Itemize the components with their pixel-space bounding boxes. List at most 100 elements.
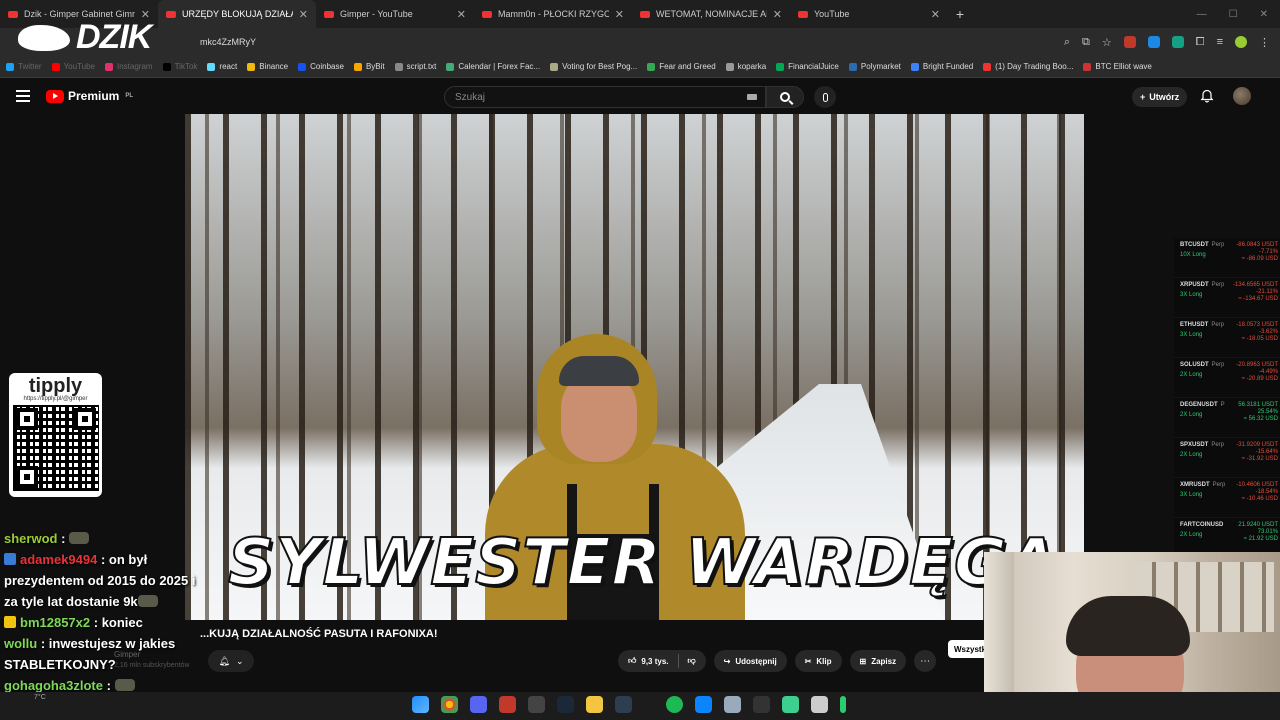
bookmark-item[interactable]: FinancialJuice [776, 62, 839, 71]
bookmark-item[interactable]: (1) Day Trading Boo... [983, 62, 1073, 71]
ticker-type: Perp [1211, 322, 1225, 328]
ticker-value: -10.4606 USDT [1236, 482, 1278, 488]
maximize-icon[interactable]: ☐ [1229, 9, 1238, 20]
more-actions-button[interactable]: ⋯ [914, 650, 937, 672]
save-button[interactable]: ⊞ Zapisz [849, 650, 907, 672]
terminal-icon[interactable] [753, 696, 770, 713]
bookmark-item[interactable]: Bright Funded [910, 62, 973, 71]
cast-icon[interactable]: ⧉ [1082, 36, 1090, 49]
video-title: ...KUJĄ DZIAŁALNOŚĆ PASUTA I RAFONIXA! [200, 628, 438, 640]
bookmark-item[interactable]: ByBit [353, 62, 385, 71]
reading-list-icon[interactable]: ≡ [1217, 36, 1223, 48]
share-button[interactable]: ↪ Udostępnij [713, 650, 787, 672]
app-icon[interactable] [695, 696, 712, 713]
windows-start-icon[interactable] [412, 696, 429, 713]
search-input[interactable]: Szukaj [444, 86, 766, 108]
thumbs-down-icon[interactable]: 👎︎ [688, 656, 696, 666]
url-text[interactable]: mkc4ZzMRyY [200, 37, 256, 47]
ticker-type: Perp [1212, 482, 1226, 488]
new-tab-button[interactable]: + [948, 6, 972, 22]
account-avatar[interactable] [1233, 87, 1251, 105]
app-icon[interactable] [782, 696, 799, 713]
ticker-value: -20.8963 USDT [1236, 362, 1278, 368]
ticker-symbol-line: SOLUSDT Perp [1180, 362, 1230, 369]
logo-text: DZIK [76, 18, 152, 56]
steam-icon[interactable] [557, 696, 574, 713]
ticker-row[interactable]: ETHUSDT Perp 3X Long -18.0573 USDT -3.62% ≈ -… [1174, 318, 1280, 358]
bookmark-item[interactable]: Binance [247, 62, 288, 71]
tab-close-icon[interactable]: ✕ [773, 8, 782, 21]
ticker-row[interactable]: BTCUSDT Perp 10X Long -86.0843 USDT -7.71% ≈ … [1174, 238, 1280, 278]
chrome-icon[interactable] [441, 696, 458, 713]
app-icon[interactable] [499, 696, 516, 713]
app-icon[interactable] [528, 696, 545, 713]
subscription-bell-button[interactable]: 🔔︎ ⌄ [208, 650, 254, 672]
notifications-bell-icon[interactable] [1200, 89, 1214, 103]
bookmark-item[interactable]: koparka [725, 62, 766, 71]
bookmark-item[interactable]: Calendar | Forex Fac... [446, 62, 540, 71]
bookmark-item[interactable]: TikTok [162, 62, 197, 71]
weather-widget[interactable]: 7°C [34, 694, 46, 701]
browser-tab[interactable]: Gimper - YouTube ✕ [316, 0, 474, 28]
close-window-icon[interactable]: ✕ [1260, 9, 1268, 20]
bookmark-item[interactable]: BTC Elliot wave [1083, 62, 1152, 71]
tab-close-icon[interactable]: ✕ [299, 8, 308, 21]
app-icon[interactable] [840, 696, 846, 713]
browser-tab[interactable]: Mamm0n - PŁOCKI RZYGOŁAJ | ✕ [474, 0, 632, 28]
discord-icon[interactable] [470, 696, 487, 713]
bookmarks-bar: Twitter YouTube Instagram TikTok react Binanc… [0, 56, 1280, 78]
ticker-row[interactable]: SOLUSDT Perp 2X Long -20.8963 USDT -4.49% ≈ -… [1174, 358, 1280, 398]
bookmark-star-icon[interactable]: ☆ [1102, 36, 1112, 49]
voice-search-button[interactable] [814, 86, 836, 108]
calculator-icon[interactable] [811, 696, 828, 713]
app-icon[interactable] [615, 696, 632, 713]
profile-avatar[interactable] [1235, 36, 1247, 48]
tab-close-icon[interactable]: ✕ [615, 8, 624, 21]
extension-icon[interactable] [1123, 36, 1136, 48]
chat-username: wollu [4, 636, 38, 651]
extension-icon[interactable] [1147, 36, 1160, 48]
zoom-icon[interactable]: ⌕ [1064, 36, 1070, 49]
browser-tab[interactable]: URZĘDY BLOKUJĄ DZIAŁALNOŚ ✕ [158, 0, 316, 28]
bookmark-item[interactable]: Instagram [105, 62, 153, 71]
chat-message: wollu : inwestujesz w jakies STABLETKOJN… [0, 633, 200, 675]
file-explorer-icon[interactable] [586, 696, 603, 713]
bookmark-item[interactable]: script.txt [394, 62, 436, 71]
minimize-icon[interactable]: — [1197, 9, 1207, 20]
bookmark-item[interactable]: Voting for Best Pog... [550, 62, 637, 71]
stream-chat-overlay: sherwod : adamek9494 : on był prezydente… [0, 528, 200, 696]
clip-button[interactable]: ✂ Klip [794, 650, 842, 672]
notepad-icon[interactable] [724, 696, 741, 713]
bookmark-item[interactable]: Fear and Greed [647, 62, 716, 71]
keyboard-icon[interactable] [747, 94, 757, 100]
browser-tab[interactable]: YouTube ✕ [790, 0, 948, 28]
bookmark-favicon-icon [162, 62, 171, 71]
tab-close-icon[interactable]: ✕ [931, 8, 940, 21]
bookmark-item[interactable]: Twitter [6, 62, 42, 71]
ticker-row[interactable]: SPXUSDT Perp 2X Long -31.9209 USDT -15.64% ≈ … [1174, 438, 1280, 478]
bookmark-item[interactable]: react [207, 62, 237, 71]
bell-icon: 🔔︎ [218, 655, 230, 666]
ticker-row[interactable]: DEGENUSDT P 2X Long 56.3181 USDT 25.54% ≈ 56.… [1174, 398, 1280, 438]
create-button[interactable]: + Utwórz [1132, 87, 1188, 107]
video-overlay-caption: SYLWESTER WARDĘGA [227, 525, 1059, 601]
ticker-left: DEGENUSDT P 2X Long [1180, 402, 1230, 437]
ticker-values: -10.4606 USDT -18.54% ≈ -10.46 USD [1230, 482, 1278, 517]
browser-menu-icon[interactable]: ⋮ [1259, 36, 1270, 49]
bookmark-item[interactable]: Polymarket [848, 62, 901, 71]
bookmark-item[interactable]: Coinbase [298, 62, 344, 71]
youtube-logo[interactable]: Premium PL [46, 89, 133, 103]
search-button[interactable] [766, 86, 804, 108]
tab-favicon [166, 10, 176, 18]
ticker-row[interactable]: XMRUSDT Perp 3X Long -10.4606 USDT -18.54% ≈ … [1174, 478, 1280, 518]
tab-close-icon[interactable]: ✕ [457, 8, 466, 21]
bookmark-item[interactable]: YouTube [51, 62, 95, 71]
extensions-puzzle-icon[interactable]: ⧠ [1196, 36, 1205, 49]
spotify-icon[interactable] [666, 696, 683, 713]
like-button[interactable]: 👍︎ 9,3 tys. 👎︎ [618, 650, 706, 672]
hamburger-menu-icon[interactable] [16, 90, 30, 102]
browser-tab[interactable]: WETOMAT, NOMINACJE AMBA ✕ [632, 0, 790, 28]
ticker-row[interactable]: XRPUSDT Perp 3X Long -134.6565 USDT -21.11% ≈… [1174, 278, 1280, 318]
extension-icon[interactable] [1171, 36, 1184, 48]
ticker-leverage: 2X Long [1180, 412, 1203, 418]
